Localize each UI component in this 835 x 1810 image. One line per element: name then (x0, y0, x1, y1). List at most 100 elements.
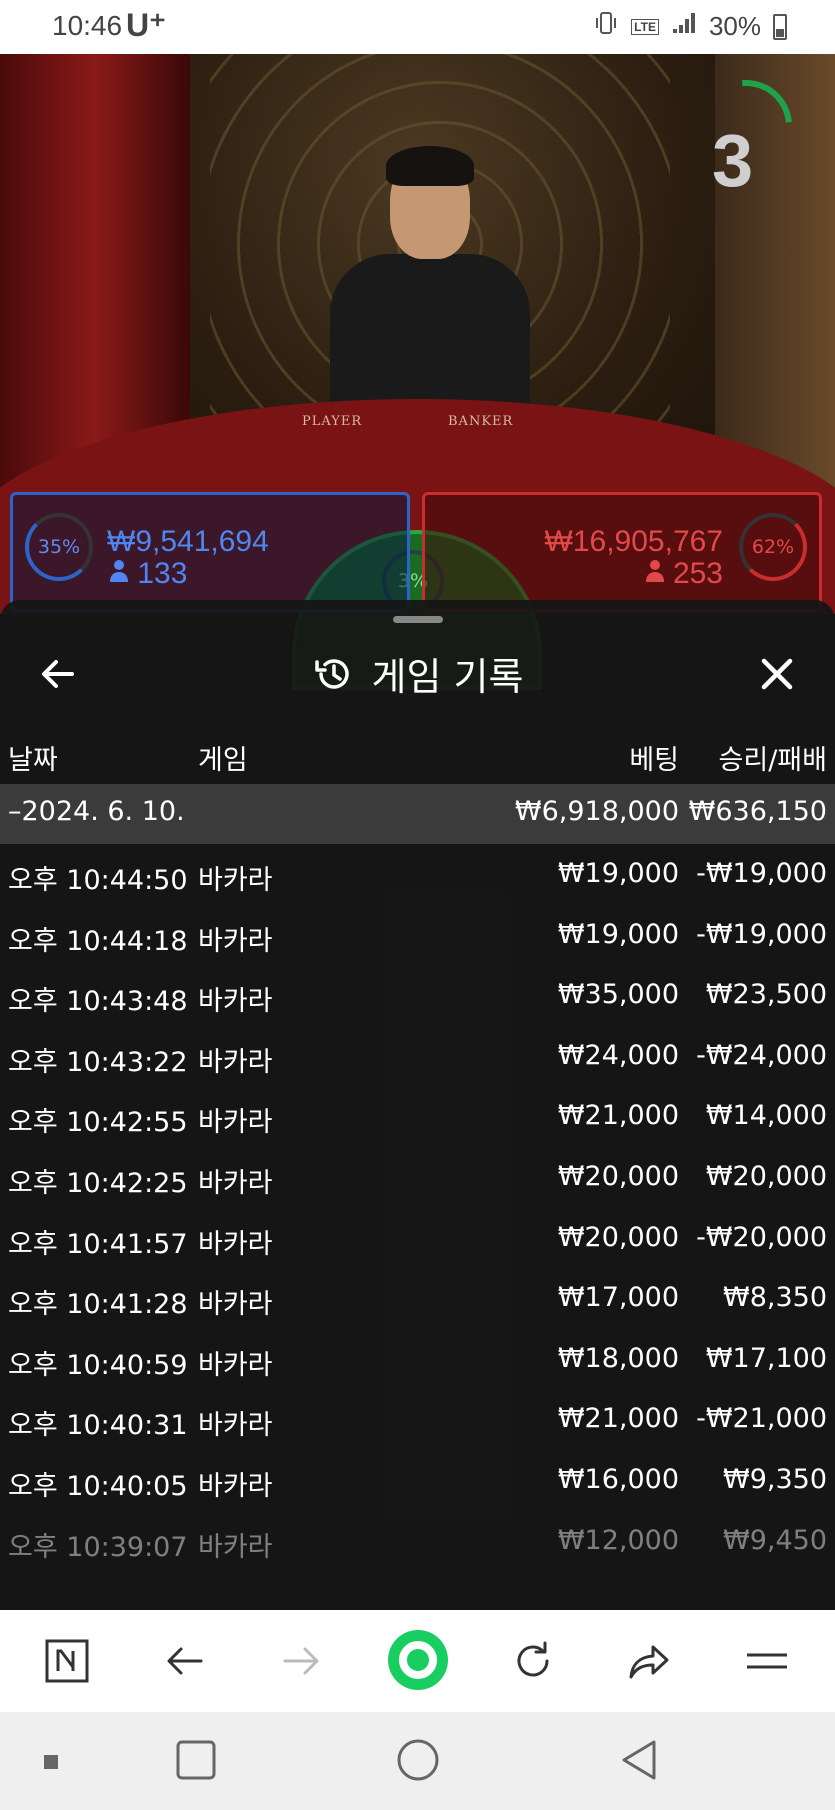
sheet-title-group: 게임 기록 (0, 646, 835, 701)
row-result: ₩9,450 (723, 1524, 827, 1556)
carrier-label: U⁺ (126, 7, 166, 43)
banker-count: 253 (645, 557, 723, 591)
date-group-row[interactable]: –2024. 6. 10. ₩6,918,000 ₩636,150 (0, 784, 835, 844)
naver-n-button[interactable] (38, 1632, 96, 1690)
row-result: -₩24,000 (696, 1039, 827, 1071)
banker-bet-spot[interactable]: ₩16,905,767 253 62% (422, 492, 822, 612)
table-row[interactable]: 오후 10:44:18 바카라 ₩19,000 -₩19,000 (0, 905, 835, 966)
square-icon (176, 1740, 216, 1780)
browser-back-button[interactable] (156, 1632, 214, 1690)
battery-icon (773, 13, 787, 40)
browser-forward-button[interactable] (272, 1632, 330, 1690)
row-time: 오후 10:44:50 (8, 865, 188, 896)
history-rows: 오후 10:44:50 바카라 ₩19,000 -₩19,000 오후 10:44:1… (0, 844, 835, 1571)
recent-dot-icon[interactable] (44, 1754, 58, 1773)
player-bet-spot[interactable]: 35% ₩9,541,694 133 (10, 492, 410, 612)
recents-button[interactable] (174, 1738, 218, 1786)
status-time: 10:46 (52, 10, 123, 41)
circle-icon (397, 1739, 439, 1781)
row-result: ₩8,350 (723, 1282, 827, 1314)
date-group-bet-total: ₩6,918,000 (514, 796, 679, 827)
table-row[interactable]: 오후 10:41:57 바카라 ₩20,000 -₩20,000 (0, 1208, 835, 1269)
network-type-label: LTE (631, 18, 659, 35)
row-time: 오후 10:43:48 (8, 986, 188, 1018)
row-bet: ₩12,000 (557, 1524, 679, 1556)
back-arrow-icon (167, 1647, 203, 1675)
row-bet: ₩21,000 (557, 1100, 679, 1132)
status-bar: 10:46 U⁺ LTE 30% (0, 0, 835, 54)
row-bet: ₩18,000 (557, 1342, 679, 1374)
player-count: 133 (109, 557, 187, 591)
row-result: ₩14,000 (705, 1100, 827, 1132)
row-game: 바카라 (198, 1349, 273, 1381)
menu-button[interactable] (738, 1632, 796, 1690)
row-result: -₩19,000 (696, 858, 827, 889)
naver-n-icon (45, 1639, 89, 1683)
reload-button[interactable] (504, 1632, 562, 1690)
row-time: 오후 10:39:07 (8, 1531, 188, 1563)
table-row[interactable]: 오후 10:42:25 바카라 ₩20,000 ₩20,000 (0, 1147, 835, 1208)
forward-arrow-icon (283, 1647, 319, 1675)
player-count-value: 133 (137, 557, 188, 590)
row-result: ₩9,350 (723, 1463, 827, 1495)
share-button[interactable] (620, 1632, 678, 1690)
row-game: 바카라 (198, 865, 273, 896)
battery-percent: 30% (708, 11, 761, 41)
player-percent: 35% (37, 536, 81, 558)
table-row[interactable]: 오후 10:40:05 바카라 ₩16,000 ₩9,350 (0, 1450, 835, 1511)
row-game: 바카라 (198, 1167, 273, 1199)
row-time: 오후 10:40:31 (8, 1410, 188, 1442)
date-group-result-total: ₩636,150 (688, 796, 827, 827)
table-row[interactable]: 오후 10:40:59 바카라 ₩18,000 ₩17,100 (0, 1329, 835, 1390)
row-result: ₩23,500 (705, 979, 827, 1011)
row-bet: ₩20,000 (557, 1221, 679, 1253)
table-row[interactable]: 오후 10:43:22 바카라 ₩24,000 -₩24,000 (0, 1026, 835, 1087)
row-time: 오후 10:43:22 (8, 1046, 188, 1078)
person-icon (645, 557, 673, 590)
row-game: 바카라 (198, 1410, 273, 1442)
table-row[interactable]: 오후 10:44:50 바카라 ₩19,000 -₩19,000 (0, 844, 835, 905)
row-game: 바카라 (198, 1107, 273, 1139)
row-time: 오후 10:42:55 (8, 1107, 188, 1139)
row-bet: ₩16,000 (557, 1463, 679, 1495)
table-row[interactable]: 오후 10:41:28 바카라 ₩17,000 ₩8,350 (0, 1268, 835, 1329)
sheet-drag-handle[interactable] (393, 616, 443, 623)
home-button[interactable] (396, 1738, 440, 1786)
row-bet: ₩17,000 (557, 1282, 679, 1314)
table-row[interactable]: 오후 10:43:48 바카라 ₩35,000 ₩23,500 (0, 965, 835, 1026)
status-icons: LTE 30% (593, 10, 787, 43)
close-button[interactable] (755, 652, 799, 696)
banker-percent-ring: 62% (739, 513, 807, 581)
green-home-button[interactable] (385, 1624, 451, 1696)
dealer-hair (386, 146, 474, 186)
history-table-header: 날짜 게임 베팅 승리/패배 (0, 732, 835, 782)
row-game: 바카라 (198, 1531, 273, 1563)
row-game: 바카라 (198, 1470, 273, 1502)
reload-icon (517, 1641, 549, 1677)
table-row[interactable]: 오후 10:39:07 바카라 ₩12,000 ₩9,450 (0, 1511, 835, 1572)
green-home-icon (388, 1630, 448, 1690)
triangle-back-icon (622, 1740, 656, 1780)
column-header-date: 날짜 (8, 745, 58, 776)
row-result: ₩20,000 (705, 1160, 827, 1192)
table-row[interactable]: 오후 10:42:55 바카라 ₩21,000 ₩14,000 (0, 1086, 835, 1147)
close-icon (761, 658, 793, 690)
row-result: -₩19,000 (696, 918, 827, 950)
row-time: 오후 10:41:57 (8, 1228, 188, 1260)
date-group-label: –2024. 6. 10. (8, 796, 185, 827)
table-row[interactable]: 오후 10:40:31 바카라 ₩21,000 -₩21,000 (0, 1389, 835, 1450)
row-time: 오후 10:44:18 (8, 925, 188, 957)
signal-icon (671, 11, 697, 42)
system-back-button[interactable] (618, 1738, 662, 1786)
row-bet: ₩35,000 (557, 979, 679, 1011)
sheet-header: 게임 기록 (0, 640, 835, 720)
row-result: -₩21,000 (696, 1403, 827, 1435)
banker-count-value: 253 (672, 557, 723, 590)
person-icon (109, 557, 137, 590)
row-bet: ₩21,000 (557, 1403, 679, 1435)
table-label-banker: BANKER (448, 414, 514, 429)
player-total-amount: ₩9,541,694 (107, 525, 269, 558)
row-time: 오후 10:41:28 (8, 1289, 188, 1321)
row-game: 바카라 (198, 1046, 273, 1078)
sheet-title: 게임 기록 (371, 655, 524, 699)
